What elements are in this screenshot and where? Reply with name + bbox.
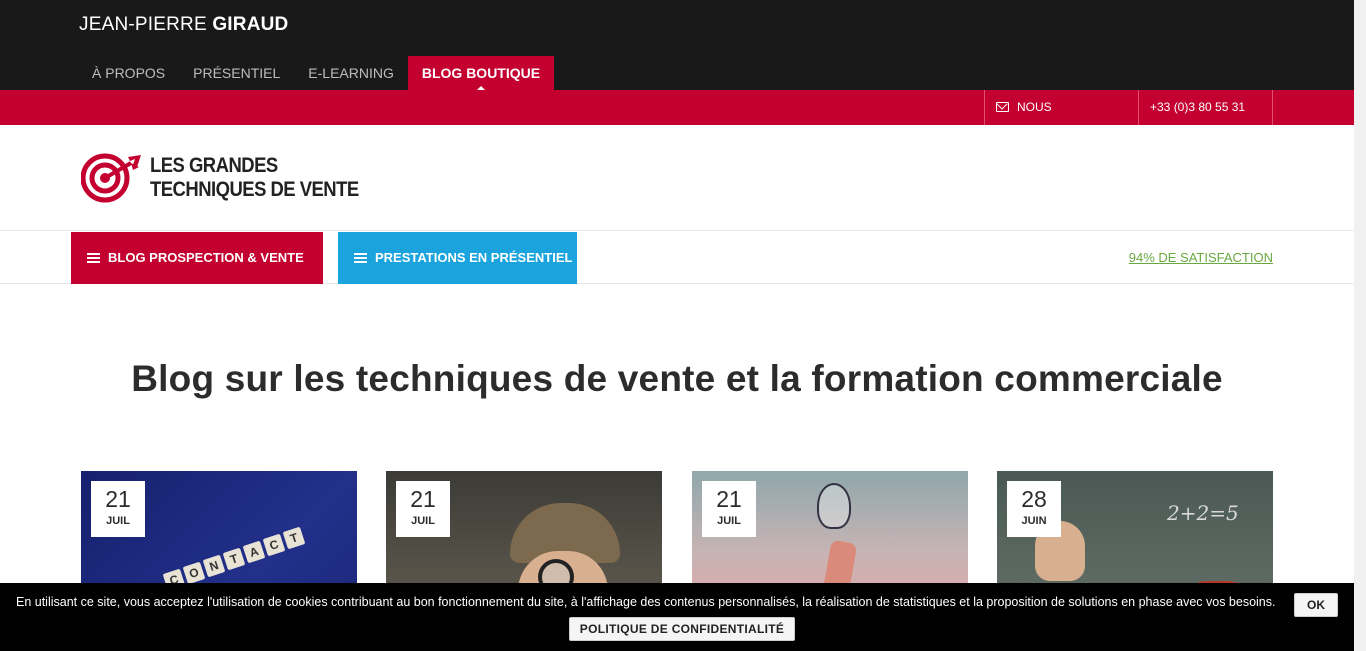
date-badge: 28 JUIN xyxy=(1007,481,1061,537)
nav-item-a-propos[interactable]: À PROPOS xyxy=(78,56,179,90)
light-bulb-image xyxy=(817,483,851,529)
main-nav: À PROPOS PRÉSENTIEL E-LEARNING BLOG BOUT… xyxy=(78,56,555,90)
page-title: Blog sur les techniques de vente et la f… xyxy=(131,358,1223,399)
date-badge: 21 JUIL xyxy=(396,481,450,537)
prestations-presentiel-button[interactable]: PRESTATIONS EN PRÉSENTIEL xyxy=(338,232,577,284)
page-scrollbar[interactable] xyxy=(1354,0,1366,651)
date-month: JUIL xyxy=(717,515,741,527)
contact-bar: NOUS CONTACTER +33 (0)3 80 55 31 12 xyxy=(0,90,1366,149)
logo-line-1: LES GRANDES xyxy=(150,154,278,177)
cookie-ok-button[interactable]: OK xyxy=(1294,593,1338,617)
satisfaction-link[interactable]: 94% DE SATISFACTION xyxy=(1129,231,1273,284)
brand-last-name: GIRAUD xyxy=(212,14,289,35)
date-month: JUIL xyxy=(411,515,435,527)
phone-link[interactable]: +33 (0)3 80 55 31 12 xyxy=(1138,90,1273,149)
scrabble-tile: A xyxy=(242,540,266,564)
privacy-policy-button[interactable]: POLITIQUE DE CONFIDENTIALITÉ xyxy=(569,617,795,641)
chalkboard-equation: 2+2=5 xyxy=(1167,501,1239,525)
scrabble-tile: O xyxy=(182,561,206,585)
date-badge: 21 JUIL xyxy=(91,481,145,537)
scrabble-tile: T xyxy=(282,526,306,550)
scrabble-tile: N xyxy=(202,554,226,578)
site-brand[interactable]: JEAN-PIERRE GIRAUD xyxy=(79,14,288,36)
brand-first-name: JEAN-PIERRE xyxy=(79,14,207,35)
envelope-icon xyxy=(996,102,1009,112)
logo-line-2: TECHNIQUES DE VENTE xyxy=(150,178,359,201)
nav-item-e-learning[interactable]: E-LEARNING xyxy=(294,56,408,90)
top-bar: JEAN-PIERRE GIRAUD À PROPOS PRÉSENTIEL E… xyxy=(0,0,1366,90)
hamburger-icon xyxy=(87,253,100,263)
cookie-message: En utilisant ce site, vous acceptez l'ut… xyxy=(16,595,1276,609)
logo-band: LES GRANDES TECHNIQUES DE VENTE xyxy=(0,125,1366,231)
cookie-banner: En utilisant ce site, vous acceptez l'ut… xyxy=(0,583,1354,651)
nav-item-label: BLOG BOUTIQUE xyxy=(421,65,541,81)
date-day: 21 xyxy=(716,486,742,512)
scrabble-tile: T xyxy=(222,547,246,571)
date-badge: 21 JUIL xyxy=(702,481,756,537)
date-day: 28 xyxy=(1021,486,1047,512)
scrabble-tile: C xyxy=(262,533,286,557)
presentiel-button-label: PRESTATIONS EN PRÉSENTIEL xyxy=(375,250,573,265)
nav-item-blog-boutique[interactable]: BLOG BOUTIQUE xyxy=(407,56,555,90)
logo-wordmark[interactable]: LES GRANDES TECHNIQUES DE VENTE xyxy=(150,154,359,202)
hamburger-icon xyxy=(354,253,367,263)
date-day: 21 xyxy=(410,486,436,512)
contact-link[interactable]: NOUS CONTACTER xyxy=(984,90,1138,149)
date-month: JUIL xyxy=(106,515,130,527)
date-month: JUIN xyxy=(1021,515,1047,527)
nav-item-presentiel[interactable]: PRÉSENTIEL xyxy=(179,56,294,90)
blog-button-label: BLOG PROSPECTION & VENTE xyxy=(108,250,304,265)
category-nav: BLOG PROSPECTION & VENTE PRESTATIONS EN … xyxy=(0,231,1366,284)
blog-prospection-button[interactable]: BLOG PROSPECTION & VENTE xyxy=(71,232,323,284)
date-day: 21 xyxy=(105,486,131,512)
target-logo-icon[interactable] xyxy=(81,153,143,203)
